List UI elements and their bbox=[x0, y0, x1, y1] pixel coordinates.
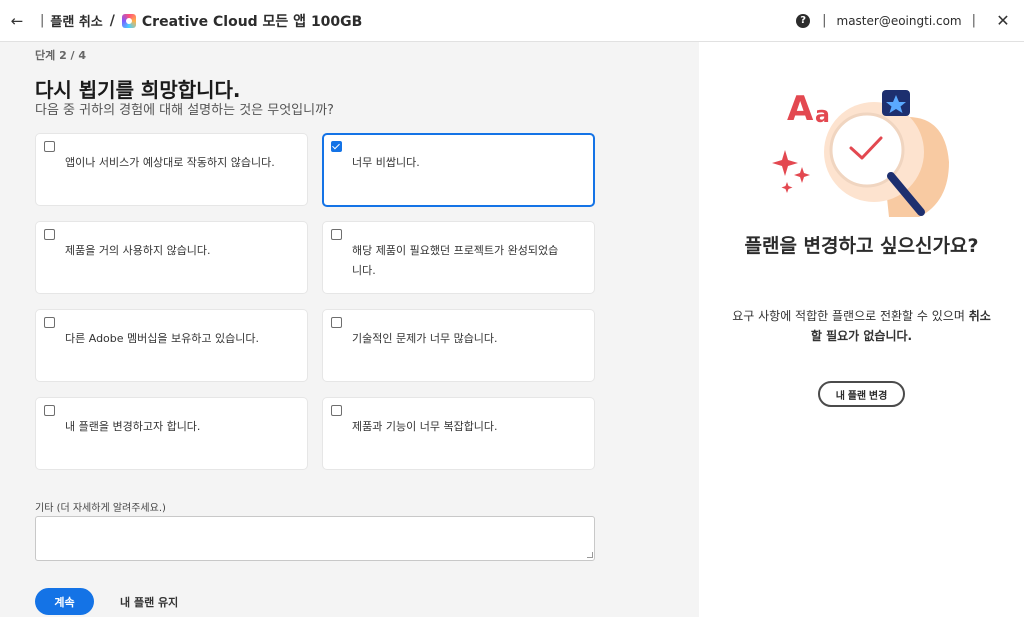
option-card-rarely-use[interactable]: 제품을 거의 사용하지 않습니다. bbox=[35, 221, 308, 294]
option-card-other-membership[interactable]: 다른 Adobe 멤버십을 보유하고 있습니다. bbox=[35, 309, 308, 382]
breadcrumb-cancel-plan[interactable]: 플랜 취소 bbox=[50, 11, 102, 30]
survey-panel: 단계 2 / 4 다시 뵙기를 희망합니다. 다음 중 귀하의 경험에 대해 설… bbox=[0, 42, 699, 617]
side-panel-description: 요구 사항에 적합한 플랜으로 전환할 수 있으며 취소할 필요가 없습니다. bbox=[729, 306, 994, 346]
sparkle-icon bbox=[772, 150, 798, 176]
step-indicator: 단계 2 / 4 bbox=[35, 49, 87, 62]
checkbox[interactable] bbox=[44, 141, 55, 152]
keep-plan-button[interactable]: 내 플랜 유지 bbox=[120, 594, 178, 610]
letters-aa-icon-small: a bbox=[815, 103, 830, 128]
plan-change-illustration: A a bbox=[772, 89, 949, 217]
option-label: 앱이나 서비스가 예상대로 작동하지 않습니다. bbox=[65, 156, 275, 169]
top-bar: ← | 플랜 취소 / Creative Cloud 모든 앱 100GB ? … bbox=[0, 0, 1024, 42]
checkbox[interactable] bbox=[44, 405, 55, 416]
divider: | bbox=[40, 13, 45, 28]
other-textarea[interactable] bbox=[35, 516, 595, 561]
option-card-too-complex[interactable]: 제품과 기능이 너무 복잡합니다. bbox=[322, 397, 595, 470]
arrow-left-icon: ← bbox=[10, 11, 24, 30]
option-card-project-done[interactable]: 해당 제품이 필요했던 프로젝트가 완성되었습니다. bbox=[322, 221, 595, 294]
divider: | bbox=[971, 13, 976, 28]
option-label: 해당 제품이 필요했던 프로젝트가 완성되었습니다. bbox=[352, 244, 559, 277]
divider: | bbox=[822, 13, 827, 28]
option-card-too-expensive[interactable]: 너무 비쌉니다. bbox=[322, 133, 595, 207]
resize-handle-icon[interactable] bbox=[587, 552, 593, 558]
question-circle-icon[interactable]: ? bbox=[796, 13, 811, 28]
letters-aa-icon: A bbox=[787, 89, 814, 129]
checkbox[interactable] bbox=[44, 317, 55, 328]
option-label: 다른 Adobe 멤버십을 보유하고 있습니다. bbox=[65, 332, 259, 345]
close-button[interactable]: ✕ bbox=[982, 0, 1024, 42]
option-card-not-working[interactable]: 앱이나 서비스가 예상대로 작동하지 않습니다. bbox=[35, 133, 308, 206]
option-card-technical-issues[interactable]: 기술적인 문제가 너무 많습니다. bbox=[322, 309, 595, 382]
option-label: 제품과 기능이 너무 복잡합니다. bbox=[352, 420, 498, 433]
other-label: 기타 (더 자세하게 알려주세요.) bbox=[35, 503, 166, 514]
option-card-change-plan[interactable]: 내 플랜을 변경하고자 합니다. bbox=[35, 397, 308, 470]
product-name: Creative Cloud 모든 앱 100GB bbox=[141, 13, 363, 30]
option-label: 내 플랜을 변경하고자 합니다. bbox=[65, 420, 201, 433]
option-label: 제품을 거의 사용하지 않습니다. bbox=[65, 244, 211, 257]
page-subtitle: 다음 중 귀하의 경험에 대해 설명하는 것은 무엇입니까? bbox=[35, 103, 334, 118]
option-label: 기술적인 문제가 너무 많습니다. bbox=[352, 332, 498, 345]
checkbox[interactable] bbox=[331, 229, 342, 240]
option-label: 너무 비쌉니다. bbox=[352, 156, 420, 169]
side-desc-text: 요구 사항에 적합한 플랜으로 전환할 수 있으며 bbox=[732, 309, 969, 323]
checkbox-checked[interactable] bbox=[331, 141, 342, 152]
side-panel-title: 플랜을 변경하고 싶으신가요? bbox=[744, 235, 979, 257]
breadcrumb-separator: / bbox=[109, 12, 115, 29]
checkbox[interactable] bbox=[331, 405, 342, 416]
change-plan-button[interactable]: 내 플랜 변경 bbox=[818, 381, 905, 407]
back-button[interactable]: ← bbox=[0, 0, 34, 42]
close-icon: ✕ bbox=[996, 11, 1010, 30]
creative-cloud-icon bbox=[121, 13, 136, 28]
sparkle-icon-small bbox=[794, 167, 810, 183]
continue-button[interactable]: 계속 bbox=[35, 588, 94, 615]
checkbox[interactable] bbox=[331, 317, 342, 328]
change-plan-panel: A a 플랜을 변경하고 싶으신가요? 요구 사항에 적합한 플랜으로 전환할 … bbox=[699, 42, 1024, 617]
header-right: ? | master@eoingti.com | ✕ bbox=[796, 0, 1024, 42]
sparkle-icon-tiny bbox=[781, 182, 793, 193]
checkbox[interactable] bbox=[44, 229, 55, 240]
account-email: master@eoingti.com bbox=[836, 13, 962, 28]
